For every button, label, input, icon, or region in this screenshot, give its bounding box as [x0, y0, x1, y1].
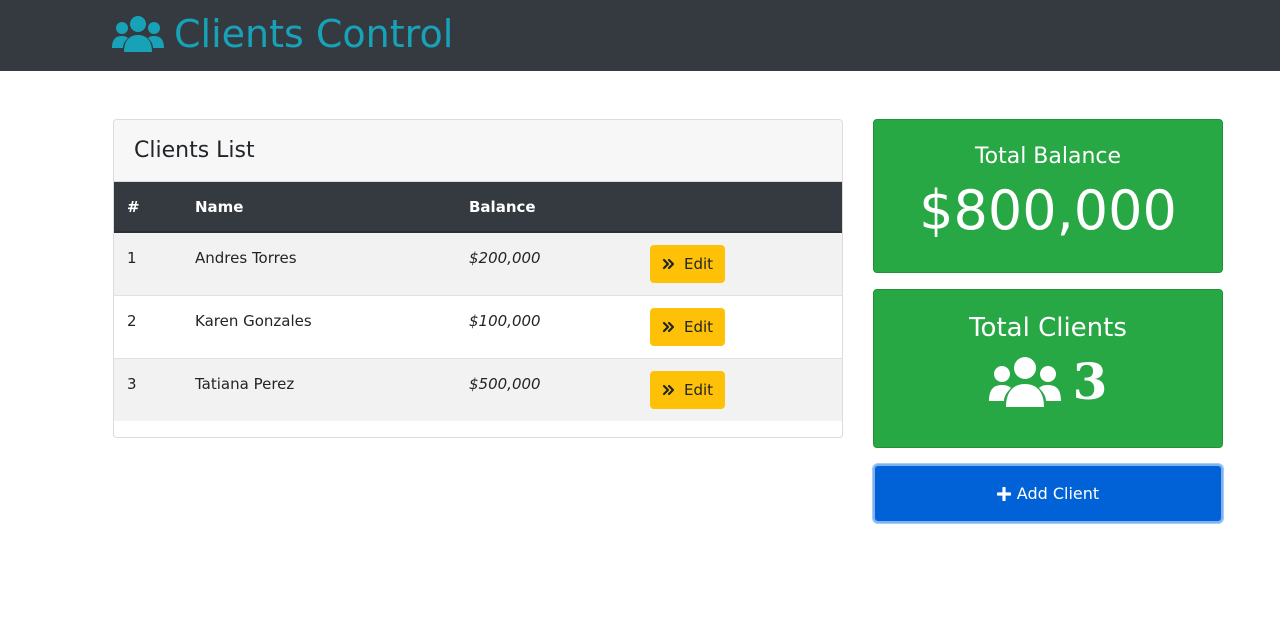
row-name: Andres Torres: [195, 249, 297, 267]
total-balance-title: Total Balance: [974, 144, 1122, 169]
edit-button[interactable]: Edit: [650, 245, 725, 283]
edit-button[interactable]: Edit: [650, 307, 725, 346]
brand-text: Clients Control: [174, 12, 454, 56]
total-clients-value: 3: [1072, 352, 1108, 411]
card-title: Clients List: [114, 120, 842, 182]
users-icon: [988, 355, 1061, 409]
clients-list-card: Clients List # Name Balance 1 Andres Tor…: [113, 119, 843, 438]
plus-icon: [996, 486, 1011, 501]
table-row: 1 Andres Torres $200,000 Edit: [114, 232, 842, 295]
column-header-balance: Balance: [456, 182, 637, 233]
total-balance-card: Total Balance $800,000: [873, 119, 1223, 273]
row-balance: $100,000: [469, 311, 541, 330]
row-name: Tatiana Perez: [195, 374, 295, 393]
brand-link[interactable]: Clients Control: [112, 10, 453, 58]
row-name: Karen Gonzales: [195, 311, 312, 330]
edit-button[interactable]: Edit: [650, 370, 725, 409]
row-index: 1: [127, 249, 137, 267]
angle-double-right-icon: [662, 383, 676, 397]
column-header-name: Name: [182, 182, 456, 233]
add-client-label: Add Client: [1016, 484, 1100, 503]
clients-table: # Name Balance 1 Andres Torres $200,000: [114, 182, 842, 421]
edit-button-label: Edit: [683, 255, 714, 273]
column-header-actions: [637, 182, 842, 233]
total-clients-card: Total Clients 3: [873, 289, 1223, 448]
angle-double-right-icon: [662, 320, 676, 334]
add-client-button[interactable]: Add Client: [873, 464, 1223, 523]
row-index: 2: [127, 311, 137, 330]
table-row: 3 Tatiana Perez $500,000 Edit: [114, 358, 842, 421]
row-balance: $200,000: [469, 249, 541, 267]
total-clients-title: Total Clients: [969, 313, 1127, 343]
row-index: 3: [127, 374, 137, 393]
angle-double-right-icon: [662, 257, 676, 271]
row-balance: $500,000: [469, 374, 541, 393]
edit-button-label: Edit: [683, 317, 714, 336]
users-icon: [112, 14, 164, 54]
navbar: Clients Control: [0, 0, 1280, 71]
edit-button-label: Edit: [683, 380, 714, 399]
table-header-row: # Name Balance: [114, 182, 842, 233]
total-balance-value: $800,000: [919, 179, 1177, 242]
table-row: 2 Karen Gonzales $100,000 Edit: [114, 295, 842, 358]
column-header-index: #: [114, 182, 182, 233]
